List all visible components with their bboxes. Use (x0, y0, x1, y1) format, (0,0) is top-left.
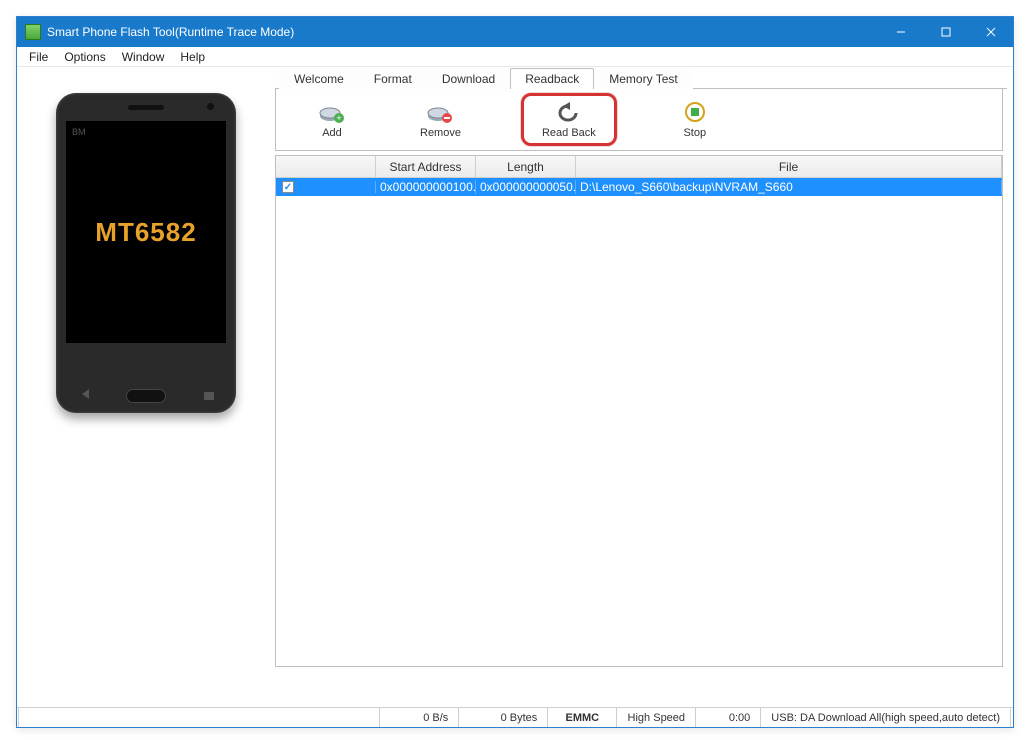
stop-label: Stop (683, 127, 706, 139)
phone-speaker-icon (128, 105, 164, 110)
read-back-button[interactable]: Read Back (521, 93, 617, 146)
tab-memory-test[interactable]: Memory Test (594, 68, 692, 89)
menu-window[interactable]: Window (114, 48, 173, 66)
row-file: D:\Lenovo_S660\backup\NVRAM_S660 (576, 180, 1002, 194)
status-storage: EMMC (547, 708, 617, 727)
chip-label: MT6582 (95, 217, 196, 248)
status-time: 0:00 (695, 708, 761, 727)
phone-brand: BM (72, 127, 86, 137)
status-rate: 0 B/s (379, 708, 459, 727)
bottom-panel (275, 673, 1003, 705)
tab-welcome[interactable]: Welcome (279, 68, 359, 89)
row-length: 0x000000000050... (476, 180, 576, 194)
stop-icon (682, 100, 708, 124)
phone-preview: BM MT6582 (56, 93, 236, 413)
col-length[interactable]: Length (476, 156, 576, 177)
status-usb: USB: DA Download All(high speed,auto det… (760, 708, 1011, 727)
add-button[interactable]: + Add (304, 96, 360, 143)
disk-add-icon: + (319, 100, 345, 124)
remove-button[interactable]: Remove (410, 96, 471, 143)
tab-download[interactable]: Download (427, 68, 510, 89)
read-back-label: Read Back (542, 127, 596, 139)
svg-text:+: + (336, 113, 341, 123)
phone-home-icon (126, 389, 166, 403)
close-button[interactable] (968, 17, 1013, 47)
stop-button[interactable]: Stop (667, 96, 723, 143)
phone-camera-icon (207, 103, 214, 110)
add-label: Add (322, 127, 342, 139)
app-icon (25, 24, 41, 40)
tab-readback[interactable]: Readback (510, 68, 594, 89)
row-checkbox-cell[interactable]: ✓ (276, 181, 376, 193)
status-spacer (18, 708, 380, 727)
row-start-address: 0x000000000100... (376, 180, 476, 194)
menu-file[interactable]: File (21, 48, 56, 66)
readback-table: Start Address Length File ✓ 0x0000000001… (275, 155, 1003, 667)
app-window: Smart Phone Flash Tool(Runtime Trace Mod… (16, 16, 1014, 728)
col-start-address[interactable]: Start Address (376, 156, 476, 177)
toolbar: + Add Remove Read Back (275, 89, 1003, 151)
disk-remove-icon (427, 100, 453, 124)
col-check[interactable] (276, 156, 376, 177)
status-speed: High Speed (616, 708, 696, 727)
window-title: Smart Phone Flash Tool(Runtime Trace Mod… (47, 25, 878, 39)
undo-arrow-icon (556, 100, 582, 124)
phone-menu-icon (204, 392, 214, 400)
menu-help[interactable]: Help (172, 48, 213, 66)
row-checkbox[interactable]: ✓ (282, 181, 294, 193)
titlebar[interactable]: Smart Phone Flash Tool(Runtime Trace Mod… (17, 17, 1013, 47)
left-pane: BM MT6582 (17, 67, 275, 707)
menu-options[interactable]: Options (56, 48, 113, 66)
status-bytes: 0 Bytes (458, 708, 548, 727)
phone-back-icon (82, 389, 89, 399)
col-file[interactable]: File (576, 156, 1002, 177)
minimize-button[interactable] (878, 17, 923, 47)
table-row[interactable]: ✓ 0x000000000100... 0x000000000050... D:… (276, 178, 1002, 196)
menubar: File Options Window Help (17, 47, 1013, 67)
statusbar: 0 B/s 0 Bytes EMMC High Speed 0:00 USB: … (17, 707, 1013, 727)
tabbar: Welcome Format Download Readback Memory … (275, 67, 1007, 89)
remove-label: Remove (420, 127, 461, 139)
phone-screen: MT6582 (66, 121, 226, 343)
maximize-button[interactable] (923, 17, 968, 47)
table-header: Start Address Length File (276, 156, 1002, 178)
tab-format[interactable]: Format (359, 68, 427, 89)
